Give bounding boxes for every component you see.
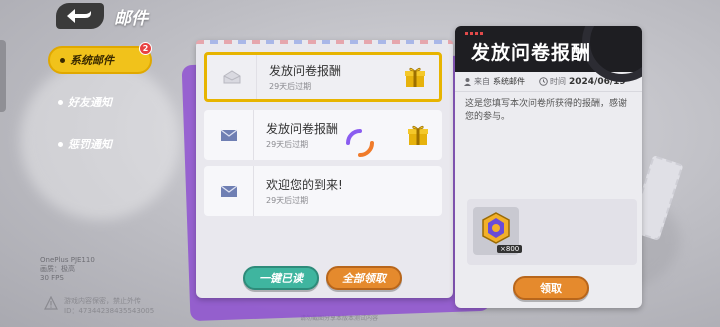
player-id: ID：47344238435543005 [64,307,155,315]
mail-category-nav: 系统邮件 2 好友通知 惩罚通知 [48,42,152,172]
mail-title: 发放问卷报酬 [266,122,339,136]
device-model: OnePlus PJE110 [40,256,95,264]
mail-item[interactable]: 发放问卷报酬 29天后过期 [204,110,442,160]
mail-detail-panel: 发放问卷报酬 来自 系统邮件 时间 2024/06/19 这是您填写本次问卷所获… [455,26,642,308]
warning-icon [44,296,58,310]
bullet-icon [60,57,65,63]
nav-item-system-mail[interactable]: 系统邮件 2 [48,42,152,74]
bullet-icon [58,141,63,147]
mail-body: 这是您填写本次问卷所获得的报酬，感谢您的参与。 [465,99,628,122]
mail-item[interactable]: 欢迎您的到来! 29天后过期 [204,166,442,216]
detail-title: 发放问卷报酬 [471,42,592,64]
from-value: 系统邮件 [493,77,525,86]
time-label: 时间 [550,77,566,86]
bullet-icon [58,99,63,105]
mail-list-panel: 发放问卷报酬 29天后过期 发放问卷报酬 29天后过期 欢迎您的到来! 29天后… [196,40,453,298]
mail-title: 发放问卷报酬 [269,64,342,78]
clock-icon [539,77,548,86]
claim-button[interactable]: 领取 [513,276,589,300]
back-arrow-icon [67,9,91,23]
envelope-icon [220,185,237,197]
envelope-icon [220,129,237,141]
nav-item-label: 系统邮件 [70,54,114,67]
reward-count: ×800 [497,245,523,253]
side-handle [0,40,6,112]
back-button[interactable] [56,3,104,29]
device-info: OnePlus PJE110 画质：极高 30 FPS [40,256,95,283]
mail-expire: 29天后过期 [266,140,309,149]
nav-item-penalty-notice[interactable]: 惩罚通知 [48,130,152,158]
mail-expire: 29天后过期 [266,196,309,205]
warning-text: 游戏内容保密，禁止外传 [64,297,141,305]
mail-title: 欢迎您的到来! [266,178,343,192]
nav-item-label: 惩罚通知 [68,138,112,151]
gift-icon [405,67,425,87]
from-label: 来自 [474,77,490,86]
detail-header: 发放问卷报酬 [455,26,642,82]
mail-item[interactable]: 发放问卷报酬 29天后过期 [204,52,442,102]
page-title: 邮件 [114,9,148,29]
confidential-warning: 游戏内容保密，禁止外传 ID：47344238435543005 [44,296,154,316]
fps-readout: 30 FPS [40,274,64,282]
read-all-button[interactable]: 一键已读 [243,266,319,290]
mail-expire: 29天后过期 [269,82,312,91]
nav-item-label: 好友通知 [68,96,112,109]
claim-all-button[interactable]: 全部领取 [326,266,402,290]
stripe-decoration [465,32,483,35]
unread-badge: 2 [139,42,152,55]
user-icon [464,78,471,86]
graphics-quality: 画质：极高 [40,265,75,273]
loading-spinner-icon [346,129,374,157]
nav-item-friend-notice[interactable]: 好友通知 [48,88,152,116]
reward-item[interactable]: ×800 [473,207,523,255]
gift-icon [408,125,428,145]
reward-area: ×800 [467,199,637,265]
envelope-open-icon [223,70,240,84]
